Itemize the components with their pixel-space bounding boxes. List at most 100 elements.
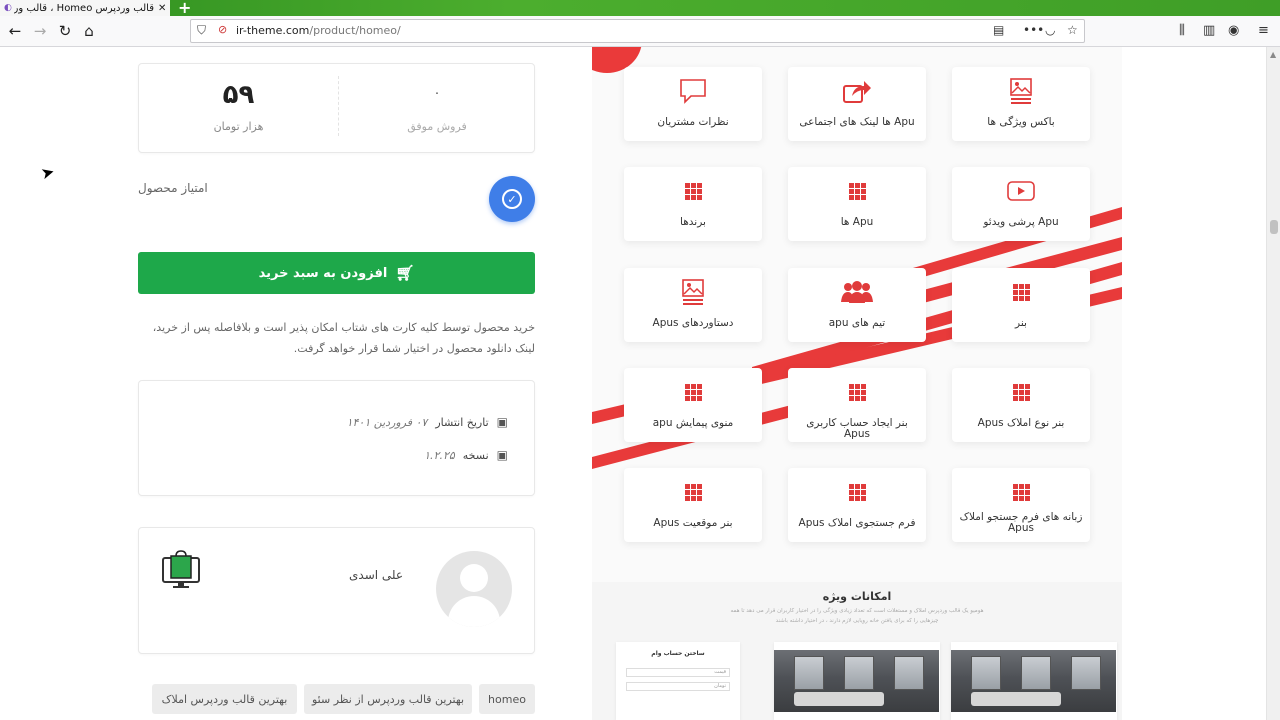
grid-icon (952, 378, 1090, 406)
image-icon (624, 278, 762, 306)
preview-form-card: ساختن حساب وام قیمت تومان (616, 642, 740, 720)
scroll-thumb[interactable] (1270, 220, 1278, 234)
close-tab-icon[interactable]: ✕ (158, 3, 170, 14)
tag-best-seo-theme[interactable]: بهترین قالب وردپرس از نظر سئو (304, 684, 472, 714)
grid-icon (788, 478, 926, 506)
feature-card[interactable]: منوی پیمایش apu (624, 368, 762, 442)
reader-view-icon[interactable]: ▤ (993, 23, 1004, 37)
preview-input-currency: تومان (626, 682, 730, 691)
sales-label: فروش موفق (407, 120, 467, 133)
preview-image-card (774, 642, 940, 720)
cart-icon: 🛒︎ (395, 264, 415, 282)
feature-label: نظرات مشتریان (657, 116, 729, 128)
not-secure-icon[interactable]: ⊘ (218, 23, 227, 36)
feature-card[interactable]: زبانه های فرم جستجو املاک Apus (952, 468, 1090, 542)
feature-card[interactable]: بنر نوع املاک Apus (952, 368, 1090, 442)
feature-card[interactable]: باکس ویژگی ها (952, 67, 1090, 141)
feature-card[interactable]: دستاوردهای Apus (624, 268, 762, 342)
version-value: ۱.۲.۲۵ (424, 448, 455, 462)
browser-tab[interactable]: ◐ قالب وردپرس Homeo ، قالب وردپرس ✕ (0, 0, 170, 16)
price-label: هزار تومان (213, 120, 264, 133)
feature-label: برندها (680, 216, 706, 228)
grid-icon (624, 177, 762, 205)
feature-label: Apu ها لینک های اجتماعی (799, 116, 915, 128)
feature-label: بنر ایجاد حساب کاربری Apus (806, 417, 908, 440)
forward-icon[interactable]: → (30, 21, 50, 41)
sidebar-icon[interactable]: ▥ (1203, 23, 1215, 38)
version-label: نسخه (462, 448, 489, 462)
comment-icon (624, 77, 762, 105)
feature-label: دستاوردهای Apus (652, 317, 734, 329)
new-tab-button[interactable]: + (178, 0, 191, 17)
feature-label: منوی پیمایش apu (652, 417, 734, 429)
feature-card[interactable]: تیم های apu (788, 268, 926, 342)
purchase-note: خرید محصول توسط کلیه کارت های شتاب امکان… (152, 321, 535, 355)
feature-card[interactable]: نظرات مشتریان (624, 67, 762, 141)
feature-label: تیم های apu (828, 317, 886, 329)
feature-label: بنر موقعیت Apus (653, 517, 733, 529)
tab-strip: ◐ قالب وردپرس Homeo ، قالب وردپرس ✕ + (0, 0, 1280, 17)
tab-title: قالب وردپرس Homeo ، قالب وردپرس (14, 2, 154, 14)
sales-value: ۰ (433, 86, 441, 101)
feature-label: Apu ها (840, 216, 874, 228)
feature-card[interactable]: Apu ها لینک های اجتماعی (788, 67, 926, 141)
feature-card[interactable]: بنر ایجاد حساب کاربری Apus (788, 368, 926, 442)
menu-icon[interactable]: ≡ (1258, 23, 1269, 38)
address-bar[interactable]: ⛉ ⊘ ir-theme.com/product/homeo/ ▤ ••• ◡ … (190, 19, 1085, 43)
feature-label: بنر (1015, 317, 1027, 329)
feature-card[interactable]: بنر موقعیت Apus (624, 468, 762, 542)
verified-check-icon: ✓ (489, 176, 535, 222)
url-text[interactable]: ir-theme.com/product/homeo/ (236, 24, 401, 37)
shield-icon[interactable]: ⛉ (197, 23, 206, 38)
release-date-value: ۰۷ فروردین ۱۴۰۱ (346, 415, 428, 429)
release-date-label: تاریخ انتشار (435, 415, 489, 429)
product-meta-card: ▣ تاریخ انتشار ۰۷ فروردین ۱۴۰۱ ▣ نسخه ۱.… (138, 380, 535, 496)
bookmark-star-icon[interactable]: ☆ (1067, 23, 1078, 37)
price-value: ۵۹ (222, 80, 255, 110)
favicon-icon: ◐ (4, 3, 12, 13)
feature-card[interactable]: Apu پرشی ویدئو (952, 167, 1090, 241)
reload-icon[interactable]: ↻ (55, 21, 75, 41)
video-icon (952, 177, 1090, 205)
feature-label: فرم جستجوی املاک Apus (798, 517, 916, 529)
grid-icon (624, 378, 762, 406)
author-name[interactable]: علی اسدی (349, 568, 403, 582)
back-icon[interactable]: ← (5, 21, 25, 41)
feature-card[interactable]: فرم جستجوی املاک Apus (788, 468, 926, 542)
library-icon[interactable]: ⫼ (1179, 23, 1185, 38)
grid-icon (624, 478, 762, 506)
add-to-cart-label: افزودن به سبد خرید (258, 265, 388, 281)
qr-icon: ▣ (496, 415, 508, 429)
page-scrollbar[interactable]: ▲ (1266, 47, 1280, 720)
interior-photo (774, 650, 939, 712)
version-row: ▣ نسخه ۱.۲.۲۵ (424, 448, 508, 462)
feature-card[interactable]: برندها (624, 167, 762, 241)
grid-icon (788, 177, 926, 205)
feature-card[interactable]: بنر (952, 268, 1090, 342)
account-icon[interactable]: ◉ (1228, 23, 1239, 38)
qr-icon: ▣ (496, 448, 508, 462)
feature-label: باکس ویژگی ها (987, 116, 1055, 128)
feature-label: زبانه های فرم جستجو املاک Apus (959, 511, 1083, 534)
grid-icon (788, 378, 926, 406)
tag-best-realestate-theme[interactable]: بهترین قالب وردپرس املاک (152, 684, 297, 714)
avatar[interactable] (436, 551, 512, 627)
preview-image-card (951, 642, 1117, 720)
tag-homeo[interactable]: homeo (479, 684, 535, 714)
feature-label: Apu پرشی ویدئو (983, 216, 1059, 228)
preview-input-price: قیمت (626, 668, 730, 677)
home-icon[interactable]: ⌂ (79, 21, 99, 41)
grid-icon (952, 478, 1090, 506)
team-icon (788, 278, 926, 306)
author-card: علی اسدی (138, 527, 535, 654)
special-features-section: امکانات ویژه هومیو یک قالب وردپرس املاک … (592, 582, 1122, 720)
product-rating-label: امتیاز محصول (138, 181, 208, 195)
pocket-icon[interactable]: ◡ (1045, 23, 1055, 37)
feature-card[interactable]: Apu ها (788, 167, 926, 241)
scroll-up-icon[interactable]: ▲ (1270, 50, 1276, 59)
feature-label: بنر نوع املاک Apus (977, 417, 1065, 429)
add-to-cart-button[interactable]: 🛒︎ افزودن به سبد خرید (138, 252, 535, 294)
page-actions-icon[interactable]: ••• (1023, 23, 1044, 37)
product-stats-card: ۵۹ هزار تومان ۰ فروش موفق (138, 63, 535, 153)
grid-icon (952, 278, 1090, 306)
